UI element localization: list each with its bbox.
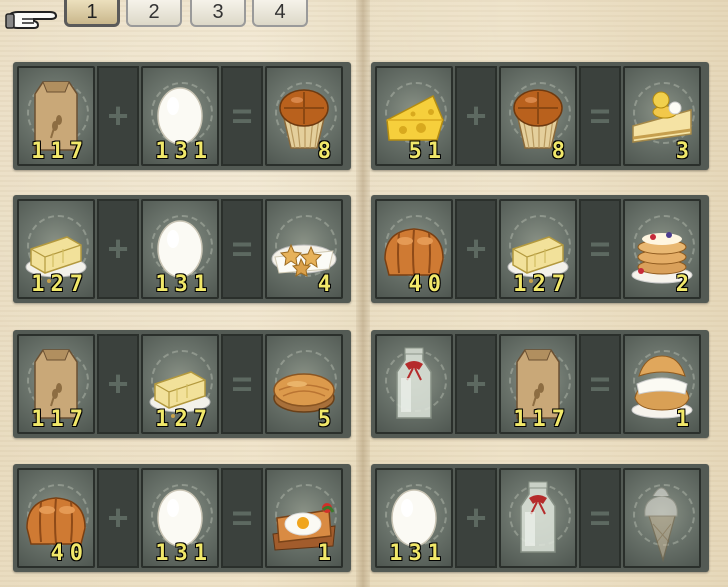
equals-sign: = (221, 468, 263, 568)
equals-sign: = (579, 334, 621, 434)
equals-sign: = (221, 334, 263, 434)
plus-sign: + (455, 334, 497, 434)
tab-page-3[interactable]: 3 (190, 0, 246, 27)
recipe-card[interactable]: 127 + 131 = 4 (13, 195, 351, 303)
ingredient-slot-b[interactable]: 131 (141, 468, 219, 568)
ingredient-slot-a[interactable]: 40 (375, 199, 453, 299)
equals-sign: = (221, 66, 263, 166)
item-count: 5 (317, 407, 337, 432)
recipe-card[interactable]: 117 + 127 = 5 (13, 330, 351, 438)
pointing-hand-icon (5, 11, 58, 29)
recipe-card[interactable]: 117 + 131 = 8 (13, 62, 351, 170)
ingredient-slot-b[interactable]: 131 (141, 66, 219, 166)
ingredient-slot-b[interactable]: 127 (141, 334, 219, 434)
recipe-card[interactable]: 40 + 131 = 1 (13, 464, 351, 572)
item-count: 117 (31, 139, 89, 164)
item-count: 127 (155, 407, 213, 432)
equals-sign: = (579, 199, 621, 299)
equals-sign: = (579, 66, 621, 166)
item-count: 4 (317, 272, 337, 297)
result-slot[interactable]: 1 (623, 334, 701, 434)
ingredient-slot-b[interactable]: 127 (499, 199, 577, 299)
item-count: 131 (155, 139, 213, 164)
tab-page-1[interactable]: 1 (64, 0, 120, 27)
plus-sign: + (97, 199, 139, 299)
item-count: 1 (317, 541, 337, 566)
item-count: 117 (513, 407, 571, 432)
ingredient-slot-b[interactable]: 8 (499, 66, 577, 166)
item-count: 127 (31, 272, 89, 297)
ingredient-slot-b[interactable]: 117 (499, 334, 577, 434)
item-count: 8 (317, 139, 337, 164)
tab-page-4[interactable]: 4 (252, 0, 308, 27)
tab-page-2[interactable]: 2 (126, 0, 182, 27)
equals-sign: = (579, 468, 621, 568)
ingredient-slot-a[interactable]: 117 (17, 66, 95, 166)
ingredient-slot-a[interactable]: 51 (375, 66, 453, 166)
result-slot[interactable]: 3 (623, 66, 701, 166)
item-count: 8 (551, 139, 571, 164)
recipe-card[interactable]: 51 + 8 = 3 (371, 62, 709, 170)
ingredient-slot-a[interactable] (375, 334, 453, 434)
item-count: 2 (675, 272, 695, 297)
plus-sign: + (455, 66, 497, 166)
book-spine (356, 0, 370, 587)
ingredient-slot-b[interactable]: 131 (141, 199, 219, 299)
item-count: 131 (389, 541, 447, 566)
ingredient-slot-b[interactable] (499, 468, 577, 568)
result-slot[interactable]: 4 (265, 199, 343, 299)
ingredient-slot-a[interactable]: 131 (375, 468, 453, 568)
plus-sign: + (455, 199, 497, 299)
result-slot[interactable]: 2 (623, 199, 701, 299)
item-count: 131 (155, 541, 213, 566)
result-slot[interactable] (623, 468, 701, 568)
result-slot[interactable]: 8 (265, 66, 343, 166)
item-count: 40 (408, 272, 447, 297)
item-count: 1 (675, 407, 695, 432)
recipe-card[interactable]: 40 + 127 = 2 (371, 195, 709, 303)
ingredient-slot-a[interactable]: 40 (17, 468, 95, 568)
plus-sign: + (97, 66, 139, 166)
item-count: 51 (408, 139, 447, 164)
recipe-card[interactable]: 131 + = (371, 464, 709, 572)
equals-sign: = (221, 199, 263, 299)
result-slot[interactable]: 5 (265, 334, 343, 434)
item-count: 117 (31, 407, 89, 432)
item-count: 131 (155, 272, 213, 297)
item-count: 3 (675, 139, 695, 164)
plus-sign: + (97, 468, 139, 568)
plus-sign: + (97, 334, 139, 434)
plus-sign: + (455, 468, 497, 568)
item-count: 127 (513, 272, 571, 297)
ingredient-slot-a[interactable]: 117 (17, 334, 95, 434)
item-count: 40 (50, 541, 89, 566)
ingredient-slot-a[interactable]: 127 (17, 199, 95, 299)
result-slot[interactable]: 1 (265, 468, 343, 568)
recipe-card[interactable]: + 117 = 1 (371, 330, 709, 438)
